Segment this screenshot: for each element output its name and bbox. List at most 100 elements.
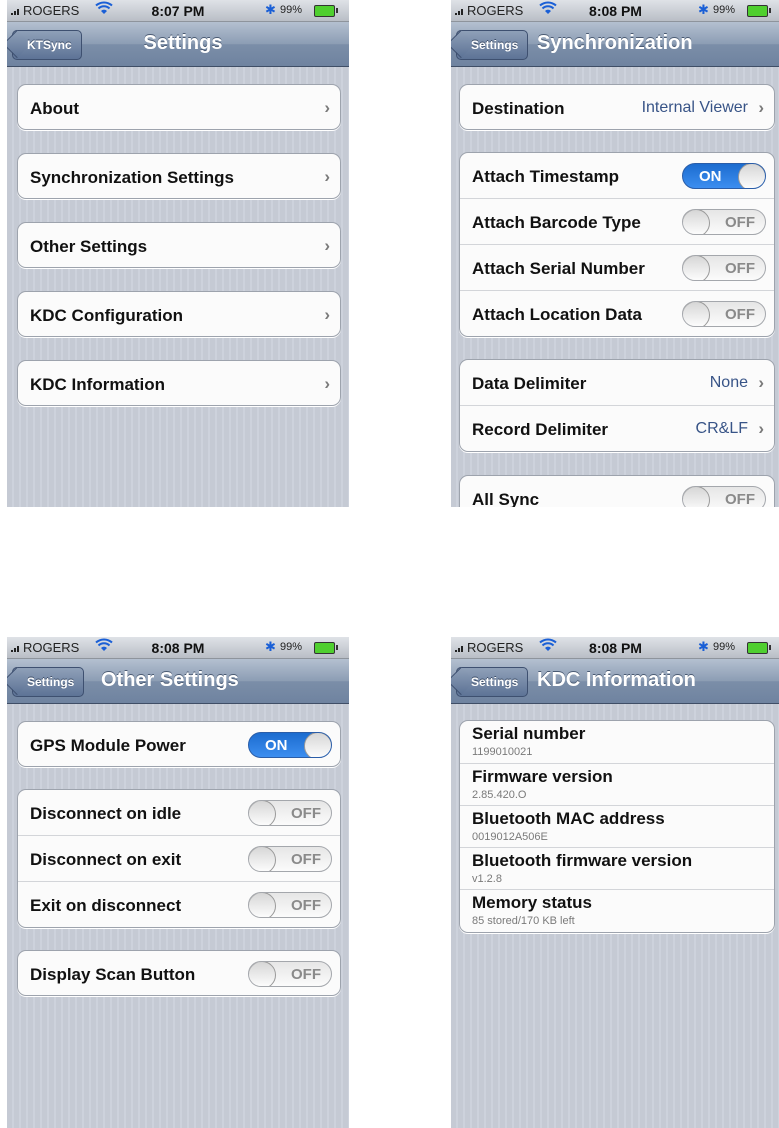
toggle-state: ON <box>265 737 288 754</box>
chevron-right-icon: › <box>324 167 330 186</box>
info-serial-number: Serial number 1199010021 <box>460 721 774 763</box>
attach-serial-number-toggle[interactable]: OFF <box>682 255 766 281</box>
menu-item-other-settings[interactable]: Other Settings › <box>17 222 341 268</box>
battery-percent: 99% <box>713 641 736 653</box>
info-key: Serial number <box>472 724 586 743</box>
chevron-right-icon: › <box>758 373 764 392</box>
display-scan-button-row: Display Scan Button OFF <box>18 951 340 995</box>
all-sync-label: All Sync <box>472 490 540 507</box>
record-delimiter-label: Record Delimiter <box>472 420 609 439</box>
data-delimiter-value: None <box>709 374 748 391</box>
battery-percent: 99% <box>280 4 303 16</box>
toggle-state: OFF <box>291 966 321 983</box>
back-button[interactable]: Settings <box>456 667 529 697</box>
attach-barcode-type-row: Attach Barcode Type OFF <box>460 198 774 244</box>
back-button[interactable]: Settings <box>456 30 529 60</box>
info-memory-status: Memory status 85 stored/170 KB left <box>460 889 774 932</box>
page-title: KDC Information <box>537 669 696 691</box>
status-bar: ROGERS 8:08 PM ✱ 99% <box>451 0 779 22</box>
synchronization-screen: ROGERS 8:08 PM ✱ 99% Settings Synchroniz… <box>451 0 779 507</box>
record-delimiter-row[interactable]: Record Delimiter CR&LF › <box>460 405 774 451</box>
status-bar: ROGERS 8:08 PM ✱ 99% <box>7 637 349 659</box>
all-sync-row: All Sync OFF <box>460 476 774 507</box>
toggle-state: ON <box>699 168 722 185</box>
data-delimiter-row[interactable]: Data Delimiter None › <box>460 360 774 405</box>
attach-barcode-type-toggle[interactable]: OFF <box>682 209 766 235</box>
toggle-knob <box>683 487 710 507</box>
info-value: 2.85.420.O <box>472 789 527 801</box>
menu-item-label: KDC Information <box>30 375 166 394</box>
battery-icon <box>747 642 771 654</box>
other-settings-screen: ROGERS 8:08 PM ✱ 99% Settings Other Sett… <box>7 637 349 1128</box>
toggle-label: Attach Serial Number <box>472 259 645 278</box>
navigation-bar: Settings Other Settings <box>7 659 349 704</box>
info-value: 0019012A506E <box>472 831 548 843</box>
attach-timestamp-row: Attach Timestamp ON <box>460 153 774 198</box>
destination-value: Internal Viewer <box>641 99 748 116</box>
info-value: 1199010021 <box>472 746 533 758</box>
chevron-right-icon: › <box>324 374 330 393</box>
bluetooth-icon: ✱ <box>265 2 276 17</box>
attach-options-group: Attach Timestamp ON Attach Barcode Type … <box>459 152 775 337</box>
chevron-right-icon: › <box>758 98 764 117</box>
menu-item-label: KDC Configuration <box>30 306 183 325</box>
menu-item-label: About <box>30 99 80 118</box>
gps-module-power-row: GPS Module Power ON <box>18 722 340 766</box>
disconnect-on-exit-toggle[interactable]: OFF <box>248 846 332 872</box>
data-delimiter-label: Data Delimiter <box>472 374 587 393</box>
navigation-bar: Settings KDC Information <box>451 659 779 704</box>
disconnect-on-idle-toggle[interactable]: OFF <box>248 800 332 826</box>
battery-icon <box>314 5 338 17</box>
navigation-bar: Settings Synchronization <box>451 22 779 67</box>
toggle-knob <box>738 164 765 188</box>
toggle-label: Attach Timestamp <box>472 167 620 186</box>
toggle-knob <box>304 733 331 757</box>
battery-percent: 99% <box>280 641 303 653</box>
toggle-label: Attach Location Data <box>472 305 643 324</box>
chevron-right-icon: › <box>324 236 330 255</box>
toggle-knob <box>249 962 276 986</box>
chevron-right-icon: › <box>324 98 330 117</box>
toggle-state: OFF <box>725 306 755 323</box>
attach-timestamp-toggle[interactable]: ON <box>682 163 766 189</box>
info-value: 85 stored/170 KB left <box>472 915 575 927</box>
exit-on-disconnect-row: Exit on disconnect OFF <box>18 881 340 927</box>
destination-label: Destination <box>472 99 565 118</box>
attach-location-data-toggle[interactable]: OFF <box>682 301 766 327</box>
exit-on-disconnect-toggle[interactable]: OFF <box>248 892 332 918</box>
toggle-knob <box>249 847 276 871</box>
toggle-label: Exit on disconnect <box>30 896 182 915</box>
attach-serial-number-row: Attach Serial Number OFF <box>460 244 774 290</box>
gps-module-power-toggle[interactable]: ON <box>248 732 332 758</box>
menu-item-kdc-configuration[interactable]: KDC Configuration › <box>17 291 341 337</box>
page-title: Other Settings <box>101 669 239 691</box>
info-firmware-version: Firmware version 2.85.420.O <box>460 763 774 806</box>
back-button[interactable]: KTSync <box>12 30 82 60</box>
chevron-right-icon: › <box>758 419 764 438</box>
status-bar: ROGERS 8:08 PM ✱ 99% <box>451 637 779 659</box>
toggle-knob <box>683 256 710 280</box>
menu-item-label: Synchronization Settings <box>30 168 235 187</box>
battery-percent: 99% <box>713 4 736 16</box>
toggle-state: OFF <box>725 214 755 231</box>
menu-item-kdc-information[interactable]: KDC Information › <box>17 360 341 406</box>
menu-item-about[interactable]: About › <box>17 84 341 130</box>
display-scan-button-toggle[interactable]: OFF <box>248 961 332 987</box>
all-sync-toggle[interactable]: OFF <box>682 486 766 507</box>
disconnect-on-exit-row: Disconnect on exit OFF <box>18 835 340 881</box>
back-button[interactable]: Settings <box>12 667 85 697</box>
info-value: v1.2.8 <box>472 873 502 885</box>
toggle-state: OFF <box>291 897 321 914</box>
menu-item-synchronization-settings[interactable]: Synchronization Settings › <box>17 153 341 199</box>
navigation-bar: KTSync Settings <box>7 22 349 67</box>
settings-screen: ROGERS 8:07 PM ✱ 99% KTSync Settings Abo… <box>7 0 349 507</box>
kdc-information-screen: ROGERS 8:08 PM ✱ 99% Settings KDC Inform… <box>451 637 779 1128</box>
toggle-state: OFF <box>291 851 321 868</box>
toggle-knob <box>249 801 276 825</box>
info-bluetooth-mac-address: Bluetooth MAC address 0019012A506E <box>460 805 774 848</box>
destination-row[interactable]: Destination Internal Viewer › <box>460 85 774 129</box>
info-bluetooth-firmware-version: Bluetooth firmware version v1.2.8 <box>460 847 774 890</box>
delimiter-group: Data Delimiter None › Record Delimiter C… <box>459 359 775 452</box>
toggle-label: Disconnect on idle <box>30 804 182 823</box>
bluetooth-icon: ✱ <box>698 2 709 17</box>
